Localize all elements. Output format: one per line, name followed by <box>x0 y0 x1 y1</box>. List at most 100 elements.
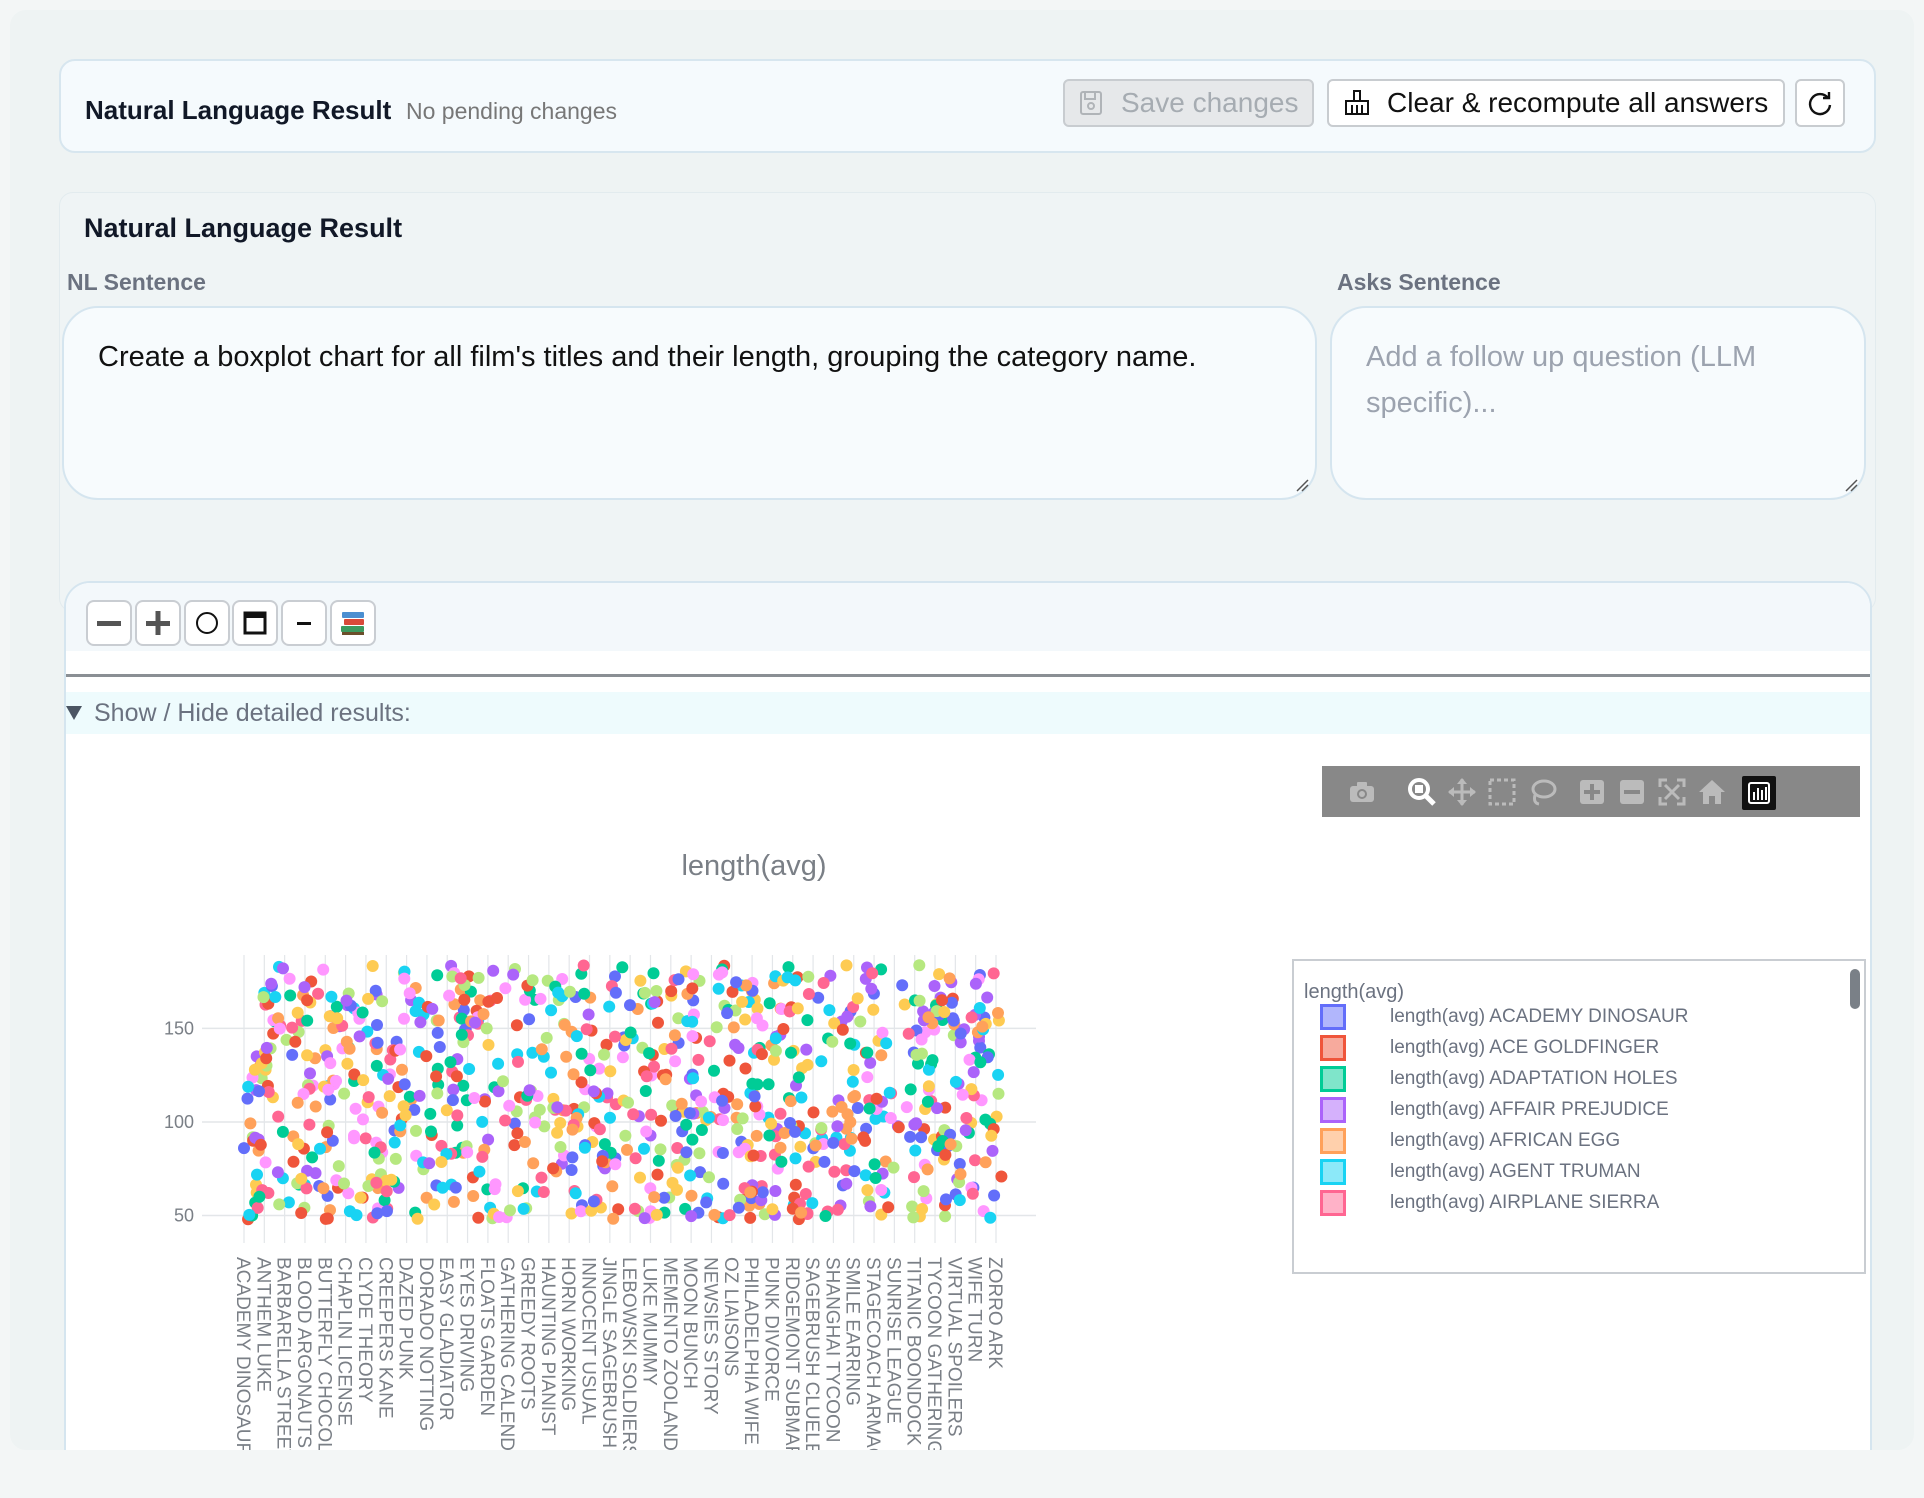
data-point[interactable] <box>540 1031 553 1044</box>
data-point[interactable] <box>303 1118 316 1131</box>
data-point[interactable] <box>731 1098 744 1111</box>
data-point[interactable] <box>748 1090 761 1103</box>
pan-icon[interactable] <box>1446 776 1478 808</box>
data-point[interactable] <box>639 1085 652 1097</box>
data-point[interactable] <box>827 1136 840 1149</box>
data-point[interactable] <box>819 1210 832 1222</box>
nl-sentence-textarea[interactable]: Create a boxplot chart for all film's ti… <box>62 306 1317 500</box>
data-point[interactable] <box>954 1027 967 1040</box>
data-point[interactable] <box>854 1015 867 1028</box>
data-point[interactable] <box>686 1133 699 1146</box>
data-point[interactable] <box>510 1019 523 1032</box>
data-point[interactable] <box>569 1187 582 1200</box>
data-point[interactable] <box>763 1129 776 1142</box>
data-point[interactable] <box>875 1184 888 1196</box>
data-point[interactable] <box>638 1142 650 1155</box>
data-point[interactable] <box>904 1130 917 1143</box>
plotly-logo-icon[interactable] <box>1742 776 1776 810</box>
data-point[interactable] <box>898 998 911 1011</box>
data-point[interactable] <box>331 1012 344 1025</box>
data-point[interactable] <box>535 1171 548 1184</box>
data-point[interactable] <box>260 1041 273 1054</box>
data-point[interactable] <box>380 1185 393 1198</box>
data-point[interactable] <box>967 1066 980 1079</box>
data-point[interactable] <box>455 1028 468 1041</box>
data-point[interactable] <box>904 1083 917 1096</box>
data-point[interactable] <box>665 1042 678 1055</box>
data-point[interactable] <box>578 987 591 1000</box>
data-point[interactable] <box>943 972 956 985</box>
data-point[interactable] <box>354 1191 367 1204</box>
data-point[interactable] <box>651 1168 664 1181</box>
data-point[interactable] <box>876 1026 889 1039</box>
data-point[interactable] <box>831 1120 844 1133</box>
data-point[interactable] <box>534 992 547 1005</box>
data-point[interactable] <box>265 977 278 990</box>
data-point[interactable] <box>844 1037 857 1050</box>
data-point[interactable] <box>669 1055 682 1068</box>
data-point[interactable] <box>269 991 282 1003</box>
data-point[interactable] <box>503 1099 516 1112</box>
data-point[interactable] <box>769 1185 782 1197</box>
data-point[interactable] <box>992 1007 1004 1019</box>
data-point[interactable] <box>640 1125 653 1138</box>
data-point[interactable] <box>259 1156 272 1169</box>
data-point[interactable] <box>979 1156 992 1169</box>
data-point[interactable] <box>840 1177 853 1190</box>
data-point[interactable] <box>882 1201 895 1214</box>
data-point[interactable] <box>766 1203 779 1216</box>
data-point[interactable] <box>851 1102 864 1114</box>
legend-item[interactable]: length(avg) ACADEMY DINOSAUR <box>1320 1003 1688 1031</box>
data-point[interactable] <box>863 1102 876 1115</box>
data-point[interactable] <box>624 999 636 1012</box>
data-point[interactable] <box>435 1156 448 1168</box>
data-point[interactable] <box>426 1002 439 1015</box>
data-point[interactable] <box>551 1101 564 1114</box>
data-point[interactable] <box>566 1123 579 1136</box>
data-point[interactable] <box>403 987 416 1000</box>
data-point[interactable] <box>398 1012 410 1025</box>
data-point[interactable] <box>801 1014 814 1027</box>
data-point[interactable] <box>277 962 289 975</box>
data-point[interactable] <box>507 968 520 981</box>
data-point[interactable] <box>700 1196 713 1209</box>
data-point[interactable] <box>750 1012 763 1025</box>
data-point[interactable] <box>896 979 909 992</box>
data-point[interactable] <box>659 1073 672 1086</box>
data-point[interactable] <box>449 1181 462 1194</box>
data-point[interactable] <box>382 1072 395 1085</box>
data-point[interactable] <box>606 1180 619 1193</box>
data-point[interactable] <box>727 1021 740 1034</box>
data-point[interactable] <box>965 1011 978 1024</box>
data-point[interactable] <box>380 1205 393 1218</box>
data-point[interactable] <box>981 991 994 1004</box>
data-point[interactable] <box>789 1178 802 1191</box>
data-point[interactable] <box>570 1030 583 1043</box>
data-point[interactable] <box>973 1002 986 1014</box>
data-point[interactable] <box>593 1123 606 1136</box>
data-point[interactable] <box>683 1107 696 1120</box>
data-point[interactable] <box>286 1048 299 1061</box>
legend-item[interactable]: length(avg) ADAPTATION HOLES <box>1320 1065 1678 1093</box>
data-point[interactable] <box>301 1049 314 1062</box>
data-point[interactable] <box>547 1162 560 1175</box>
data-point[interactable] <box>817 977 830 989</box>
data-point[interactable] <box>784 1095 797 1108</box>
data-point[interactable] <box>708 1208 721 1221</box>
data-point[interactable] <box>343 1042 356 1055</box>
data-point[interactable] <box>802 988 815 1000</box>
data-point[interactable] <box>695 1095 708 1108</box>
data-point[interactable] <box>988 1189 1001 1202</box>
data-point[interactable] <box>857 1131 870 1144</box>
data-point[interactable] <box>383 1090 396 1103</box>
data-point[interactable] <box>624 1026 637 1039</box>
data-point[interactable] <box>685 1189 698 1202</box>
data-point[interactable] <box>394 1043 407 1056</box>
data-point[interactable] <box>774 1107 787 1120</box>
data-point[interactable] <box>687 968 700 981</box>
data-point[interactable] <box>902 1027 915 1040</box>
data-point[interactable] <box>560 1050 573 1063</box>
data-point[interactable] <box>710 1021 723 1034</box>
data-point[interactable] <box>831 1203 844 1216</box>
data-point[interactable] <box>869 1172 882 1184</box>
